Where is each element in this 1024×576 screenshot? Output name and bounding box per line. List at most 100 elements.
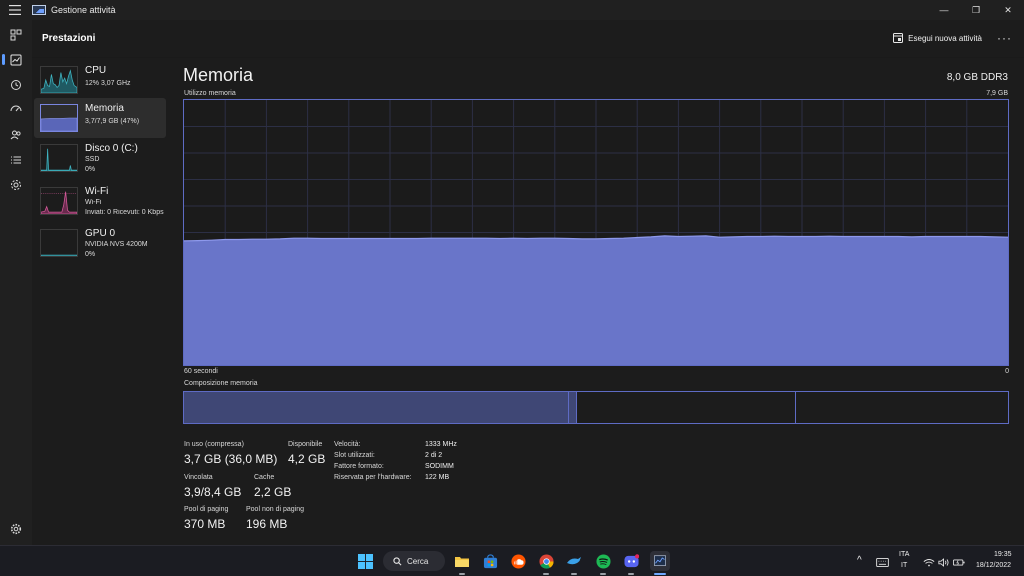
nav-rail: [0, 20, 32, 545]
detail-value: 2 di 2: [425, 452, 443, 459]
perf-item-name: Disco 0 (C:): [85, 143, 138, 154]
nav-performance[interactable]: [0, 47, 32, 72]
dolphin-icon[interactable]: [565, 552, 583, 570]
detail-key: Velocità:: [334, 441, 361, 448]
clock-time[interactable]: 19:35: [994, 551, 1012, 558]
committed-label: Vincolata: [184, 474, 213, 481]
in-use-value: 3,7 GB (36,0 MB): [184, 452, 278, 466]
performance-list: CPU 12% 3,07 GHz Memoria 3,7/7,9 GB (47%…: [32, 58, 170, 545]
users-icon: [10, 130, 21, 139]
perf-item-disk[interactable]: Disco 0 (C:) SSD 0%: [34, 138, 166, 178]
nav-services[interactable]: [0, 172, 32, 197]
memory-spec: 8,0 GB DDR3: [946, 72, 1008, 83]
memory-usage-chart: [184, 100, 1008, 365]
keyboard-icon[interactable]: [873, 553, 891, 571]
time-axis-start-label: 60 secondi: [184, 368, 218, 375]
page-title: Prestazioni: [42, 33, 96, 44]
graph-max-label: 7,9 GB: [986, 90, 1008, 97]
perf-item-gpu[interactable]: GPU 0 NVIDIA NVS 4200M 0%: [34, 223, 166, 263]
time-axis-end-label: 0: [1005, 368, 1009, 375]
detail-key: Riservata per l'hardware:: [334, 474, 412, 481]
nav-users[interactable]: [0, 122, 32, 147]
processes-icon: [10, 29, 22, 40]
detail-value: 122 MB: [425, 474, 450, 481]
memory-panel: Memoria 8,0 GB DDR3 Utilizzo memoria 7,9…: [170, 58, 1024, 545]
services-icon: [11, 179, 21, 190]
nav-details[interactable]: [0, 147, 32, 172]
windows-start-icon[interactable]: [356, 552, 374, 570]
in-use-label: In uso (compressa): [184, 441, 244, 448]
file-explorer-icon[interactable]: [453, 552, 471, 570]
perf-item-memory[interactable]: Memoria 3,7/7,9 GB (47%): [34, 98, 166, 138]
run-task-icon: [893, 33, 904, 43]
perf-item-name: Wi-Fi: [85, 186, 109, 197]
memory-usage-graph: [183, 99, 1009, 366]
gpu-thumbnail-graph: [40, 229, 78, 257]
running-indicator: [571, 573, 577, 575]
startup-icon: [10, 105, 22, 111]
more-options-button[interactable]: ···: [997, 31, 1012, 45]
task-manager-taskbar-icon[interactable]: [650, 551, 670, 571]
minimize-button[interactable]: —: [928, 0, 960, 20]
cache-label: Cache: [254, 474, 275, 481]
language-indicator[interactable]: ITA: [899, 551, 909, 558]
running-indicator: [459, 573, 465, 575]
store-icon[interactable]: [481, 552, 499, 570]
window-title: Gestione attività: [51, 5, 116, 15]
perf-item-detail-2: 0%: [85, 166, 96, 173]
committed-value: 3,9/8,4 GB: [184, 485, 242, 499]
perf-item-wifi[interactable]: Wi-Fi Wi-Fi Inviati: 0 Ricevuti: 0 Kbps: [34, 181, 166, 221]
perf-item-name: CPU: [85, 65, 107, 76]
paged-pool-label: Pool di paging: [184, 506, 229, 513]
running-indicator: [628, 573, 634, 575]
cpu-thumbnail-graph: [40, 66, 78, 94]
menu-icon[interactable]: [0, 0, 30, 20]
details-icon: [11, 156, 21, 163]
composition-modified: [568, 392, 576, 423]
clock-date[interactable]: 18/12/2022: [976, 562, 1011, 569]
run-new-task-button[interactable]: Esegui nuova attività: [893, 33, 982, 43]
paged-pool-value: 370 MB: [184, 517, 226, 531]
memory-composition-bar: [183, 391, 1009, 424]
perf-item-name: GPU 0: [85, 228, 116, 239]
nonpaged-pool-value: 196 MB: [246, 517, 288, 531]
page-header: Prestazioni Esegui nuova attività ···: [32, 20, 1024, 58]
graph-label: Utilizzo memoria: [184, 90, 236, 97]
memory-usage-area: [184, 235, 1008, 365]
taskbar-search-button[interactable]: Cerca: [383, 551, 445, 571]
battery-icon[interactable]: [950, 553, 968, 571]
close-button[interactable]: ✕: [992, 0, 1024, 20]
disk-thumbnail-graph: [40, 144, 78, 172]
available-label: Disponibile: [288, 441, 323, 448]
nav-processes[interactable]: [0, 22, 32, 47]
chrome-icon[interactable]: [537, 552, 555, 570]
tray-chevron-button[interactable]: ^: [857, 555, 862, 566]
perf-item-detail: 3,7/7,9 GB (47%): [85, 118, 140, 125]
composition-free: [795, 392, 1008, 423]
running-indicator: [543, 573, 549, 575]
discord-icon[interactable]: [622, 552, 640, 570]
memory-thumbnail-graph: [40, 104, 78, 132]
running-indicator-active: [654, 573, 666, 575]
nav-settings[interactable]: [0, 516, 32, 541]
nav-app-history[interactable]: [0, 72, 32, 97]
cache-value: 2,2 GB: [254, 485, 292, 499]
perf-item-name: Memoria: [85, 103, 124, 114]
detail-key: Fattore formato:: [334, 463, 384, 470]
perf-item-detail-2: 0%: [85, 251, 96, 258]
spotify-icon[interactable]: [594, 552, 612, 570]
perf-item-detail: Wi-Fi: [85, 199, 102, 206]
composition-standby: [576, 392, 795, 423]
search-icon: [393, 556, 402, 565]
detail-value: 1333 MHz: [425, 441, 457, 448]
soundcloud-icon[interactable]: [509, 552, 527, 570]
maximize-button[interactable]: ❐: [960, 0, 992, 20]
perf-item-detail: SSD: [85, 156, 100, 163]
detail-key: Slot utilizzati:: [334, 452, 375, 459]
perf-item-detail-2: Inviati: 0 Ricevuti: 0 Kbps: [85, 209, 164, 216]
title-bar: Gestione attività — ❐ ✕: [0, 0, 1024, 20]
perf-item-cpu[interactable]: CPU 12% 3,07 GHz: [34, 60, 166, 100]
nav-startup[interactable]: [0, 97, 32, 122]
available-value: 4,2 GB: [288, 452, 326, 466]
panel-title: Memoria: [183, 65, 254, 85]
